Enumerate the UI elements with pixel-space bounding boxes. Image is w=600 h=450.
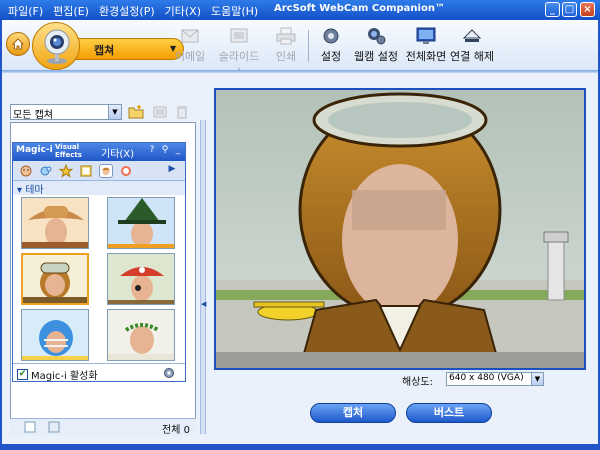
main-body: 모든 캡쳐 ▼ Magic-i Visual Effects 기타(X) ? ⚲…: [2, 70, 598, 444]
menu-help[interactable]: 도움말(H): [211, 3, 258, 19]
magic-effect-tabs: ▶: [13, 161, 185, 181]
magic-logo: Magic-i: [16, 145, 53, 155]
webcam-preview: [214, 88, 586, 370]
magic-logo-sub: Visual Effects: [55, 143, 82, 159]
print-button[interactable]: 인쇄: [272, 26, 300, 64]
theme-effect-tab-icon[interactable]: [99, 164, 113, 178]
settings-icon: [323, 28, 339, 44]
magic-effects-header: Magic-i Visual Effects 기타(X) ? ⚲ _: [13, 143, 185, 161]
theme-thumbnail-pirate[interactable]: [107, 253, 175, 305]
chevron-left-icon[interactable]: ◀: [201, 300, 206, 316]
magic-enable-toggle[interactable]: ✔ Magic-i 활성화: [17, 367, 98, 382]
face-effect-tab-icon[interactable]: [19, 164, 33, 178]
theme-thumbnail-aviator[interactable]: [21, 253, 89, 305]
effects-settings-icon[interactable]: [163, 367, 177, 379]
resolution-value: 640 x 480 (VGA): [449, 373, 524, 383]
help-icon[interactable]: ?: [147, 145, 157, 157]
webcam-icon: [44, 29, 70, 64]
maximize-button[interactable]: □: [562, 2, 577, 17]
body-divider: [2, 70, 598, 73]
resolution-select[interactable]: 640 x 480 (VGA) ▼: [446, 372, 544, 386]
theme-thumbnail-football[interactable]: [21, 309, 89, 361]
capture-count: 전체 0: [162, 425, 190, 436]
fullscreen-label: 전체화면: [405, 50, 447, 63]
import-icon[interactable]: [152, 104, 168, 120]
menu-preferences[interactable]: 환경설정(P): [99, 3, 155, 19]
panel-splitter[interactable]: ◀: [200, 120, 206, 434]
email-button[interactable]: 이메일: [172, 26, 208, 64]
magic-panel-separator: [13, 363, 185, 364]
minimize-panel-button[interactable]: _: [173, 145, 183, 157]
webcam-settings-button[interactable]: 웹캠 설정: [354, 26, 398, 64]
frame-effect-tab-icon[interactable]: [79, 164, 93, 178]
title-bar: 파일(F) 편집(E) 환경설정(P) 기타(X) 도움말(H) ArcSoft…: [0, 0, 600, 20]
theme-label: 테마: [25, 185, 44, 196]
fullscreen-icon: [416, 27, 436, 44]
capture-list-footer: 전체 0: [10, 418, 196, 436]
slideshow-icon: [230, 28, 248, 43]
disconnect-label: 연결 해제: [450, 50, 494, 63]
menu-file[interactable]: 파일(F): [8, 3, 43, 19]
settings-label: 설정: [320, 50, 342, 63]
home-button[interactable]: [6, 32, 30, 56]
theme-thumbnail-witch[interactable]: [107, 197, 175, 249]
capture-tab[interactable]: 캡쳐 ▼: [32, 22, 184, 70]
chevron-down-icon[interactable]: ▼: [531, 373, 543, 385]
toolbar-separator: [308, 30, 309, 62]
magic-other-menu[interactable]: 기타(X): [101, 145, 134, 160]
deselect-icon[interactable]: [48, 421, 62, 434]
capture-pill: [62, 38, 184, 60]
select-all-icon[interactable]: [24, 421, 38, 434]
magic-enable-checkbox[interactable]: ✔: [17, 369, 28, 380]
star-effect-tab-icon[interactable]: [59, 164, 73, 178]
new-folder-icon[interactable]: [128, 104, 144, 120]
theme-thumbnail-cowboy[interactable]: [21, 197, 89, 249]
minimize-button[interactable]: _: [545, 2, 560, 17]
bubble-effect-tab-icon[interactable]: [39, 164, 53, 178]
menu-other[interactable]: 기타(X): [165, 3, 201, 19]
print-label: 인쇄: [275, 50, 297, 63]
capture-circle: [32, 22, 80, 70]
settings-button[interactable]: 설정: [318, 26, 344, 64]
menu-edit[interactable]: 편집(E): [53, 3, 89, 19]
theme-section-header[interactable]: ▾ 테마: [13, 181, 185, 196]
window-title: ArcSoft WebCam Companion™: [274, 3, 445, 14]
menu-bar: 파일(F) 편집(E) 환경설정(P) 기타(X) 도움말(H): [8, 3, 258, 19]
chevron-down-icon: ▾: [17, 185, 23, 196]
print-icon: [276, 27, 296, 45]
capture-button[interactable]: 캡처: [310, 403, 396, 423]
capture-tab-label: 캡쳐: [94, 44, 115, 57]
capture-filter-select[interactable]: 모든 캡쳐 ▼: [10, 104, 122, 121]
theme-thumbnail-laurel[interactable]: [107, 309, 175, 361]
disconnect-button[interactable]: 연결 해제: [450, 26, 494, 64]
webcam-settings-label: 웹캠 설정: [354, 50, 398, 63]
email-label: 이메일: [174, 50, 206, 63]
webcam-settings-icon: [368, 28, 386, 45]
fullscreen-button[interactable]: 전체화면: [404, 26, 448, 64]
toolbar: 캡쳐 ▼ 이메일 슬라이드 쇼 인쇄 설정 웹캠 설정 전체화면: [2, 20, 598, 79]
capture-filter-value: 모든 캡쳐: [13, 110, 53, 121]
chevron-down-icon[interactable]: ▼: [108, 105, 121, 119]
email-icon: [181, 29, 199, 43]
magic-effects-panel: Magic-i Visual Effects 기타(X) ? ⚲ _ ▶ ▾ 테…: [12, 142, 186, 382]
pin-icon[interactable]: ⚲: [160, 145, 170, 157]
magic-enable-label: Magic-i 활성화: [31, 371, 98, 382]
delete-icon[interactable]: [174, 104, 190, 120]
close-button[interactable]: ×: [580, 2, 595, 17]
home-icon: [12, 38, 24, 50]
avatar-effect-tab-icon[interactable]: [119, 164, 133, 178]
burst-button[interactable]: 버스트: [406, 403, 492, 423]
app-window: 파일(F) 편집(E) 환경설정(P) 기타(X) 도움말(H) ArcSoft…: [0, 0, 600, 450]
resolution-label: 해상도:: [402, 377, 433, 388]
preview-image: [216, 90, 584, 368]
chevron-right-icon[interactable]: ▶: [165, 164, 179, 178]
disconnect-icon: [462, 29, 482, 42]
